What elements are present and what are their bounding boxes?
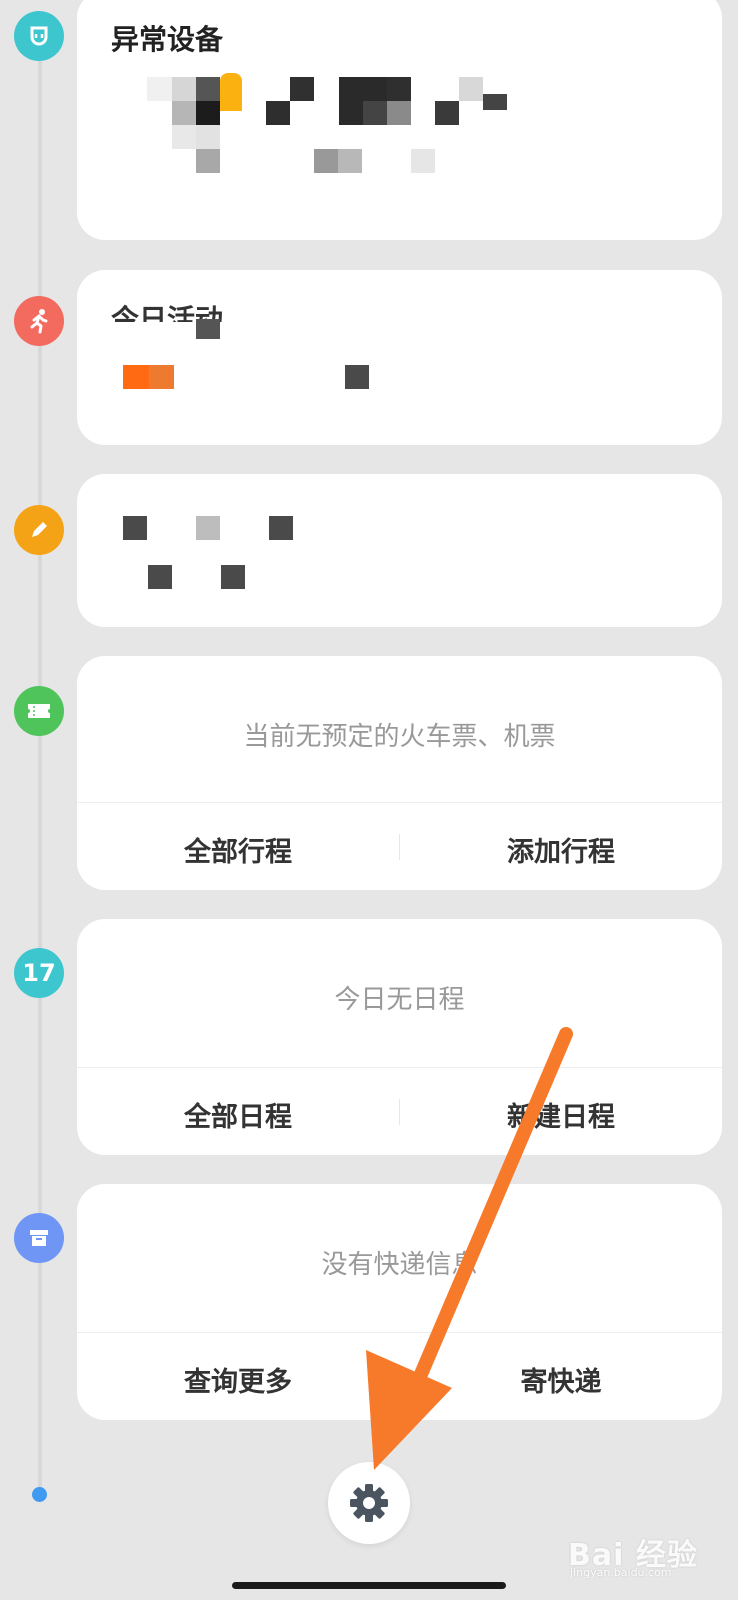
running-icon — [14, 296, 64, 346]
divider — [77, 1332, 722, 1333]
watermark-sub: jingyan.baidu.com — [570, 1566, 672, 1579]
notes-card[interactable] — [77, 474, 722, 627]
ticket-icon — [14, 686, 64, 736]
package-icon — [14, 1213, 64, 1263]
gear-icon — [350, 1484, 388, 1522]
all-trips-button[interactable]: 全部行程 — [77, 830, 399, 869]
settings-button[interactable] — [328, 1462, 410, 1544]
travel-card: 当前无预定的火车票、机票 全部行程 添加行程 — [77, 656, 722, 890]
express-empty-text: 没有快递信息 — [321, 1250, 478, 1280]
travel-empty-text: 当前无预定的火车票、机票 — [243, 722, 556, 752]
calendar-day-text: 17 — [22, 959, 56, 987]
express-card: 没有快递信息 查询更多 寄快递 — [77, 1184, 722, 1420]
calendar-icon: 17 — [14, 948, 64, 998]
today-activity-card[interactable]: 今日活动 — [77, 270, 722, 445]
divider — [77, 802, 722, 803]
schedule-empty-text: 今日无日程 — [334, 985, 465, 1015]
divider — [77, 1067, 722, 1068]
mi-home-icon — [14, 11, 64, 61]
add-trip-button[interactable]: 添加行程 — [400, 830, 722, 869]
timeline-end-dot — [32, 1487, 47, 1502]
home-indicator — [232, 1582, 506, 1589]
pencil-icon — [14, 505, 64, 555]
new-schedule-button[interactable]: 新建日程 — [400, 1095, 722, 1134]
abnormal-devices-card[interactable]: 异常设备 — [77, 0, 722, 240]
schedule-card: 今日无日程 全部日程 新建日程 — [77, 919, 722, 1155]
card-title: 异常设备 — [111, 23, 224, 56]
timeline-line — [38, 40, 42, 1490]
all-schedules-button[interactable]: 全部日程 — [77, 1095, 399, 1134]
watermark-logo: Bai 经验 jingyan.baidu.com — [568, 1530, 698, 1579]
query-more-button[interactable]: 查询更多 — [77, 1360, 399, 1399]
send-express-button[interactable]: 寄快递 — [400, 1360, 722, 1399]
